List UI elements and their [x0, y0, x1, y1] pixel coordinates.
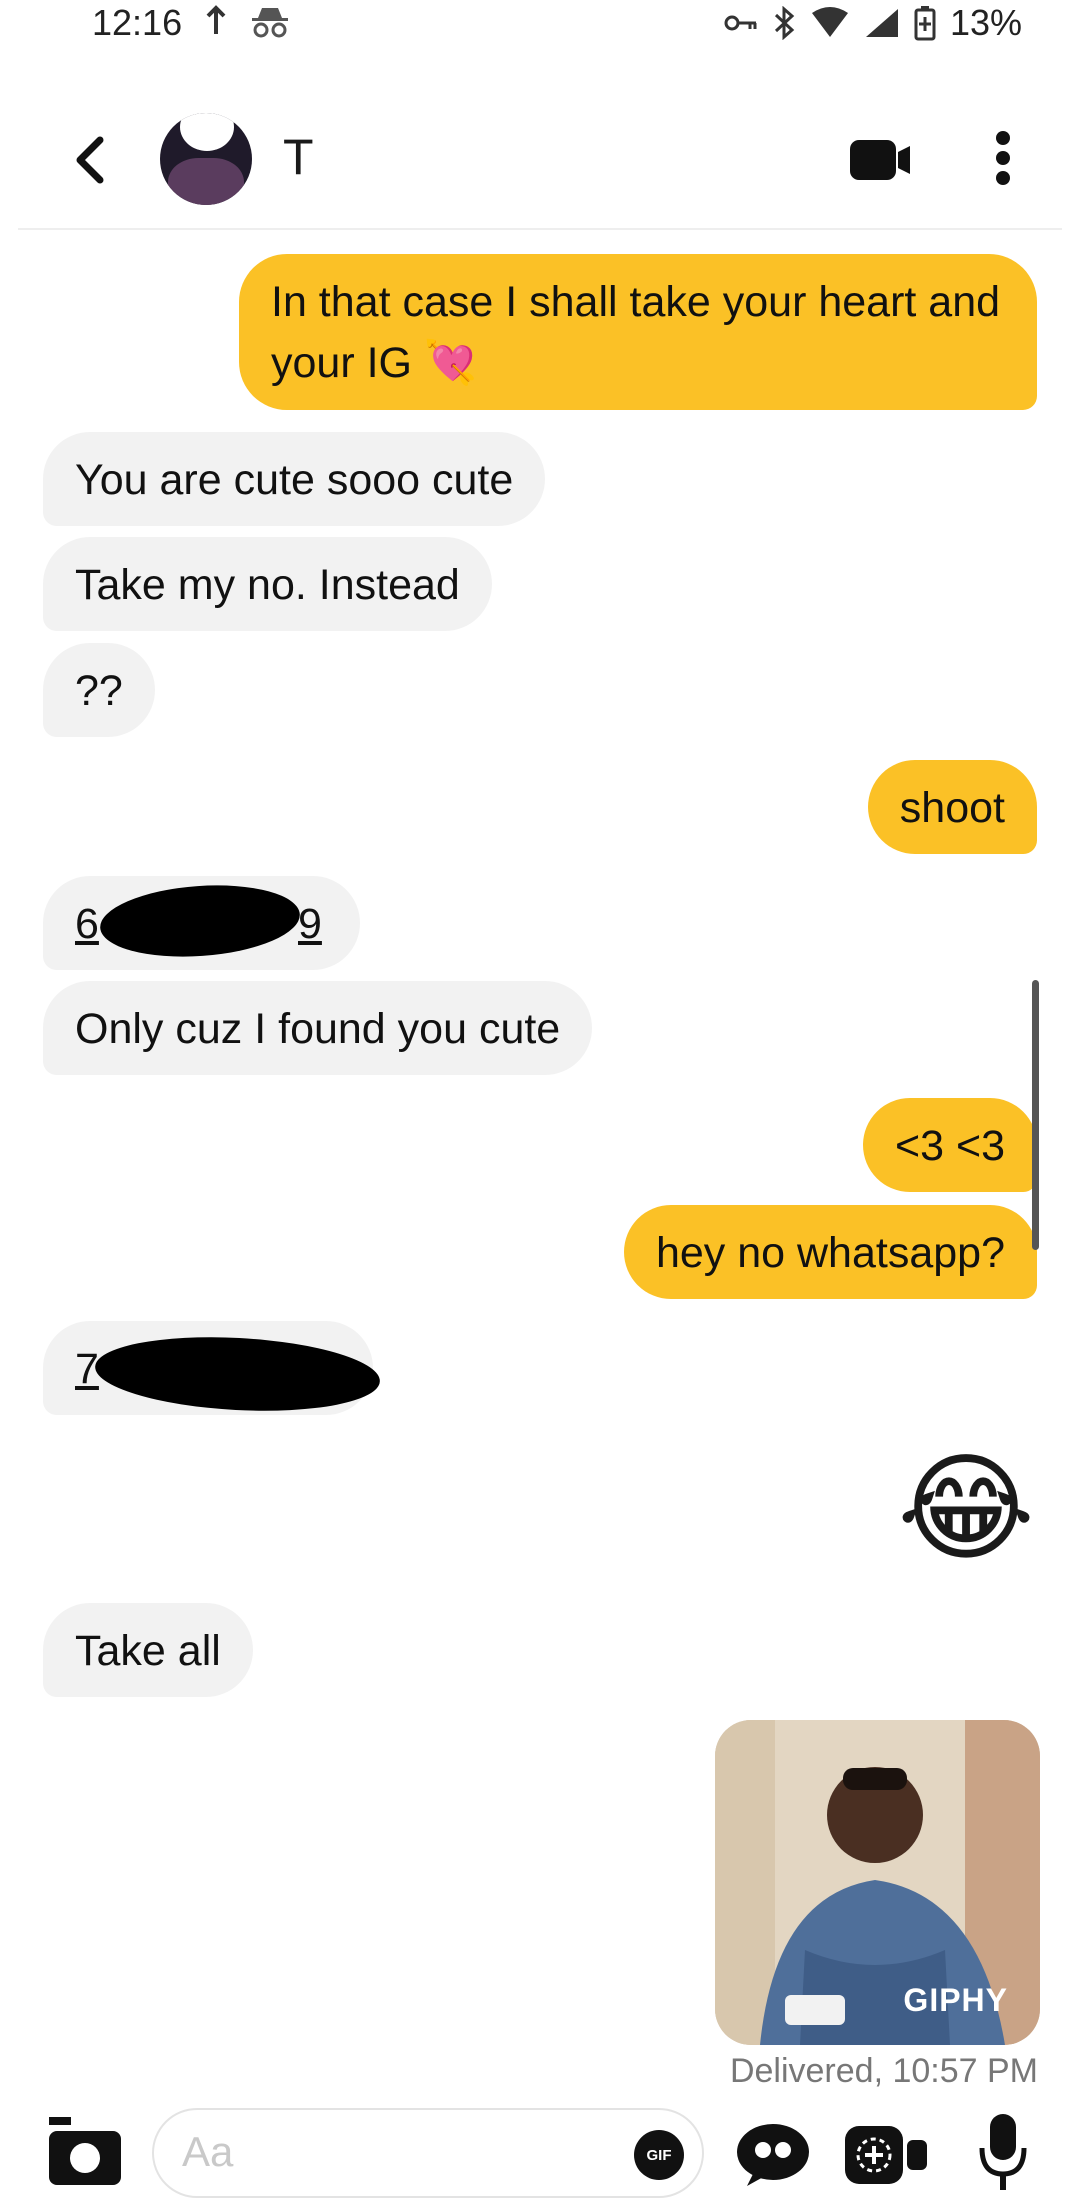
more-options-button[interactable] [994, 130, 1012, 191]
message-text: ?? [75, 667, 123, 715]
upload-arrow-icon [203, 4, 229, 43]
header-divider [18, 228, 1062, 230]
quote-button[interactable] [735, 2122, 811, 2191]
microphone-button[interactable] [978, 2112, 1028, 2197]
add-media-button[interactable] [843, 2124, 929, 2191]
message-text: Take all [75, 1627, 221, 1675]
message-text: Take my no. Instead [75, 561, 460, 609]
message-bubble-outgoing[interactable]: hey no whatsapp? [623, 1205, 1037, 1299]
contact-name[interactable]: T [283, 128, 314, 186]
message-text: In that case I shall take your heart and… [271, 278, 1001, 387]
message-bubble-incoming[interactable]: Take all [43, 1603, 253, 1697]
phone-number-link[interactable]: 9 [298, 894, 322, 955]
message-bubble-outgoing[interactable]: In that case I shall take your heart and… [239, 254, 1037, 410]
message-bubble-outgoing[interactable]: shoot [867, 760, 1037, 854]
more-vertical-icon [996, 131, 1010, 185]
avatar[interactable] [160, 113, 252, 205]
scrollbar[interactable] [1032, 980, 1039, 1250]
add-media-icon [845, 2126, 927, 2184]
battery-icon [914, 6, 936, 41]
emoji-message[interactable]: 😂 [897, 1444, 1035, 1574]
message-text: hey no whatsapp? [655, 1229, 1005, 1277]
video-camera-icon [850, 140, 910, 180]
quote-icon [737, 2124, 809, 2186]
incognito-icon [250, 6, 290, 43]
message-bubble-incoming[interactable]: Take my no. Instead [43, 537, 492, 631]
camera-button[interactable] [47, 2115, 123, 2192]
back-button[interactable] [70, 135, 110, 190]
gif-button[interactable]: GIF [634, 2130, 684, 2180]
gif-message[interactable]: GIPHY [715, 1720, 1040, 2045]
cell-signal-icon [865, 9, 898, 37]
giphy-label: GIPHY [903, 1982, 1008, 2018]
message-bubble-outgoing[interactable]: <3 <3 [863, 1098, 1037, 1192]
message-bubble-incoming[interactable]: Only cuz I found you cute [43, 981, 593, 1075]
camera-icon [49, 2117, 121, 2185]
system-status-icons: 13% [724, 2, 1022, 44]
status-time: 12:16 [92, 2, 183, 43]
message-bubble-incoming[interactable]: You are cute sooo cute [43, 432, 546, 526]
wifi-icon [811, 7, 848, 37]
microphone-icon [979, 2114, 1027, 2190]
bluetooth-icon [774, 6, 795, 40]
vpn-key-icon [724, 15, 757, 31]
status-bar: 12:16 13% [0, 0, 1080, 60]
phone-number-link[interactable]: 6 [75, 900, 99, 948]
message-input-placeholder: Aa [182, 2128, 234, 2175]
delivery-status: Delivered, 10:57 PM [729, 2052, 1038, 2090]
battery-percent: 13% [949, 2, 1022, 43]
message-input[interactable]: Aa GIF [152, 2108, 704, 2198]
message-text: shoot [899, 784, 1005, 832]
message-text: Only cuz I found you cute [75, 1005, 561, 1053]
message-bubble-incoming[interactable]: ?? [43, 643, 155, 737]
message-text: <3 <3 [895, 1122, 1005, 1170]
chevron-left-icon [76, 136, 104, 184]
video-call-button[interactable] [848, 138, 912, 187]
message-text: You are cute sooo cute [75, 456, 514, 504]
